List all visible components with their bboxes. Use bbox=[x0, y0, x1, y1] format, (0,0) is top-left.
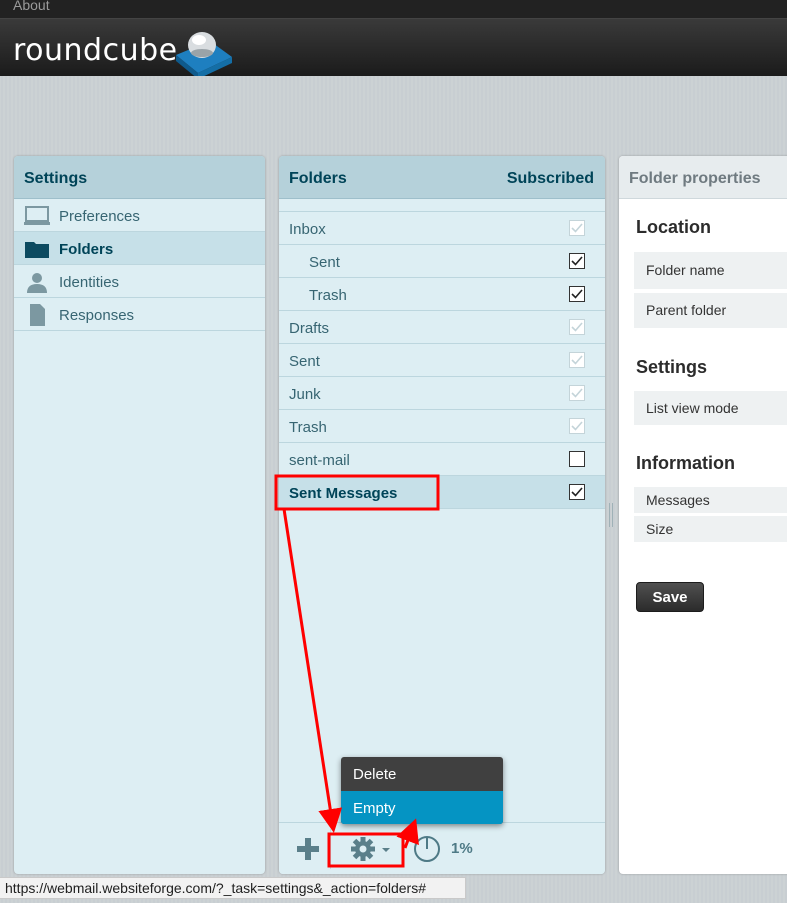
folder-row[interactable]: Inbox bbox=[279, 212, 605, 245]
messages-label: Messages bbox=[634, 487, 787, 513]
folder-icon bbox=[24, 238, 50, 260]
chevron-down-icon bbox=[382, 848, 390, 852]
folders-panel-title: Folders bbox=[289, 170, 347, 187]
monitor-icon bbox=[24, 205, 50, 227]
folder-row[interactable]: Sent bbox=[279, 344, 605, 377]
subscribe-checkbox[interactable] bbox=[569, 451, 585, 467]
logo-text: roundcube bbox=[13, 33, 178, 68]
folder-row[interactable]: Sent Messages bbox=[279, 476, 605, 509]
settings-item-label: Folders bbox=[59, 241, 114, 258]
folder-name: sent-mail bbox=[289, 452, 350, 469]
folders-panel-header: Folders Subscribed bbox=[279, 156, 605, 199]
folder-row[interactable]: Trash bbox=[279, 278, 605, 311]
folder-properties-panel: Folder properties Location Folder name P… bbox=[619, 156, 787, 874]
folder-name: Trash bbox=[309, 287, 347, 304]
settings-item-folders[interactable]: Folders bbox=[14, 232, 265, 265]
folder-properties-title: Folder properties bbox=[619, 156, 787, 199]
settings-item-label: Preferences bbox=[59, 208, 140, 225]
folder-name: Sent bbox=[309, 254, 340, 271]
settings-panel-title: Settings bbox=[14, 156, 265, 199]
quota-pie-icon bbox=[414, 836, 440, 862]
checkmark-icon bbox=[571, 256, 583, 266]
top-bar: About bbox=[0, 0, 787, 18]
folder-row[interactable]: Junk bbox=[279, 377, 605, 410]
folder-name: Trash bbox=[289, 419, 327, 436]
document-icon bbox=[24, 304, 50, 326]
gear-icon[interactable] bbox=[349, 835, 393, 863]
folder-row[interactable]: sent-mail bbox=[279, 443, 605, 476]
folder-row[interactable]: Sent bbox=[279, 245, 605, 278]
checkmark-icon bbox=[571, 355, 583, 365]
app-header: roundcube bbox=[0, 18, 787, 79]
folder-name: Sent bbox=[289, 353, 320, 370]
roundcube-logo-icon bbox=[176, 32, 232, 79]
menu-item-empty[interactable]: Empty bbox=[341, 791, 503, 824]
folder-list: Inbox Sent Trash Drafts Sent Junk Trash sent-ma… bbox=[279, 211, 605, 509]
checkmark-icon bbox=[571, 487, 583, 497]
subscribe-checkbox bbox=[569, 385, 585, 401]
checkmark-icon bbox=[571, 421, 583, 431]
checkmark-icon bbox=[571, 289, 583, 299]
subscribe-checkbox bbox=[569, 220, 585, 236]
save-button[interactable]: Save bbox=[636, 582, 704, 612]
checkmark-icon bbox=[571, 322, 583, 332]
list-view-mode-label: List view mode bbox=[634, 391, 787, 425]
settings-item-preferences[interactable]: Preferences bbox=[14, 199, 265, 232]
person-icon bbox=[24, 271, 50, 293]
folder-actions-menu: Delete Empty bbox=[341, 757, 503, 824]
folders-toolbar: 1% bbox=[279, 822, 605, 874]
information-heading: Information bbox=[636, 453, 735, 473]
menu-item-delete[interactable]: Delete bbox=[341, 757, 503, 790]
subscribe-checkbox bbox=[569, 418, 585, 434]
about-link[interactable]: About bbox=[13, 0, 50, 13]
status-bar-url: https://webmail.websiteforge.com/?_task=… bbox=[0, 877, 466, 899]
size-label: Size bbox=[634, 516, 787, 542]
folder-row[interactable]: Drafts bbox=[279, 311, 605, 344]
parent-folder-label: Parent folder bbox=[634, 293, 787, 328]
folder-name: Inbox bbox=[289, 221, 326, 238]
subscribe-checkbox bbox=[569, 352, 585, 368]
settings-item-responses[interactable]: Responses bbox=[14, 298, 265, 331]
checkmark-icon bbox=[571, 388, 583, 398]
subscribe-checkbox[interactable] bbox=[569, 484, 585, 500]
subscribe-checkbox bbox=[569, 319, 585, 335]
subscribed-column-header: Subscribed bbox=[506, 170, 594, 187]
settings-heading: Settings bbox=[636, 357, 708, 377]
location-heading: Location bbox=[636, 217, 711, 237]
folder-name: Drafts bbox=[289, 320, 330, 337]
settings-item-label: Identities bbox=[59, 274, 120, 291]
toolbar-separator bbox=[330, 829, 331, 869]
subscribe-checkbox[interactable] bbox=[569, 286, 585, 302]
folder-name: Junk bbox=[289, 386, 321, 403]
settings-panel: Settings Preferences Folders Identities Res… bbox=[14, 156, 265, 874]
folder-row[interactable]: Trash bbox=[279, 410, 605, 443]
folder-name-label: Folder name bbox=[634, 252, 787, 289]
settings-item-label: Responses bbox=[59, 307, 135, 324]
settings-item-identities[interactable]: Identities bbox=[14, 265, 265, 298]
panel-splitter[interactable] bbox=[608, 503, 614, 527]
add-folder-icon[interactable] bbox=[296, 837, 320, 861]
folder-name: Sent Messages bbox=[289, 485, 398, 502]
checkmark-icon bbox=[571, 223, 583, 233]
quota-percentage: 1% bbox=[451, 840, 473, 857]
subscribe-checkbox[interactable] bbox=[569, 253, 585, 269]
settings-list: Preferences Folders Identities Responses bbox=[14, 199, 265, 331]
